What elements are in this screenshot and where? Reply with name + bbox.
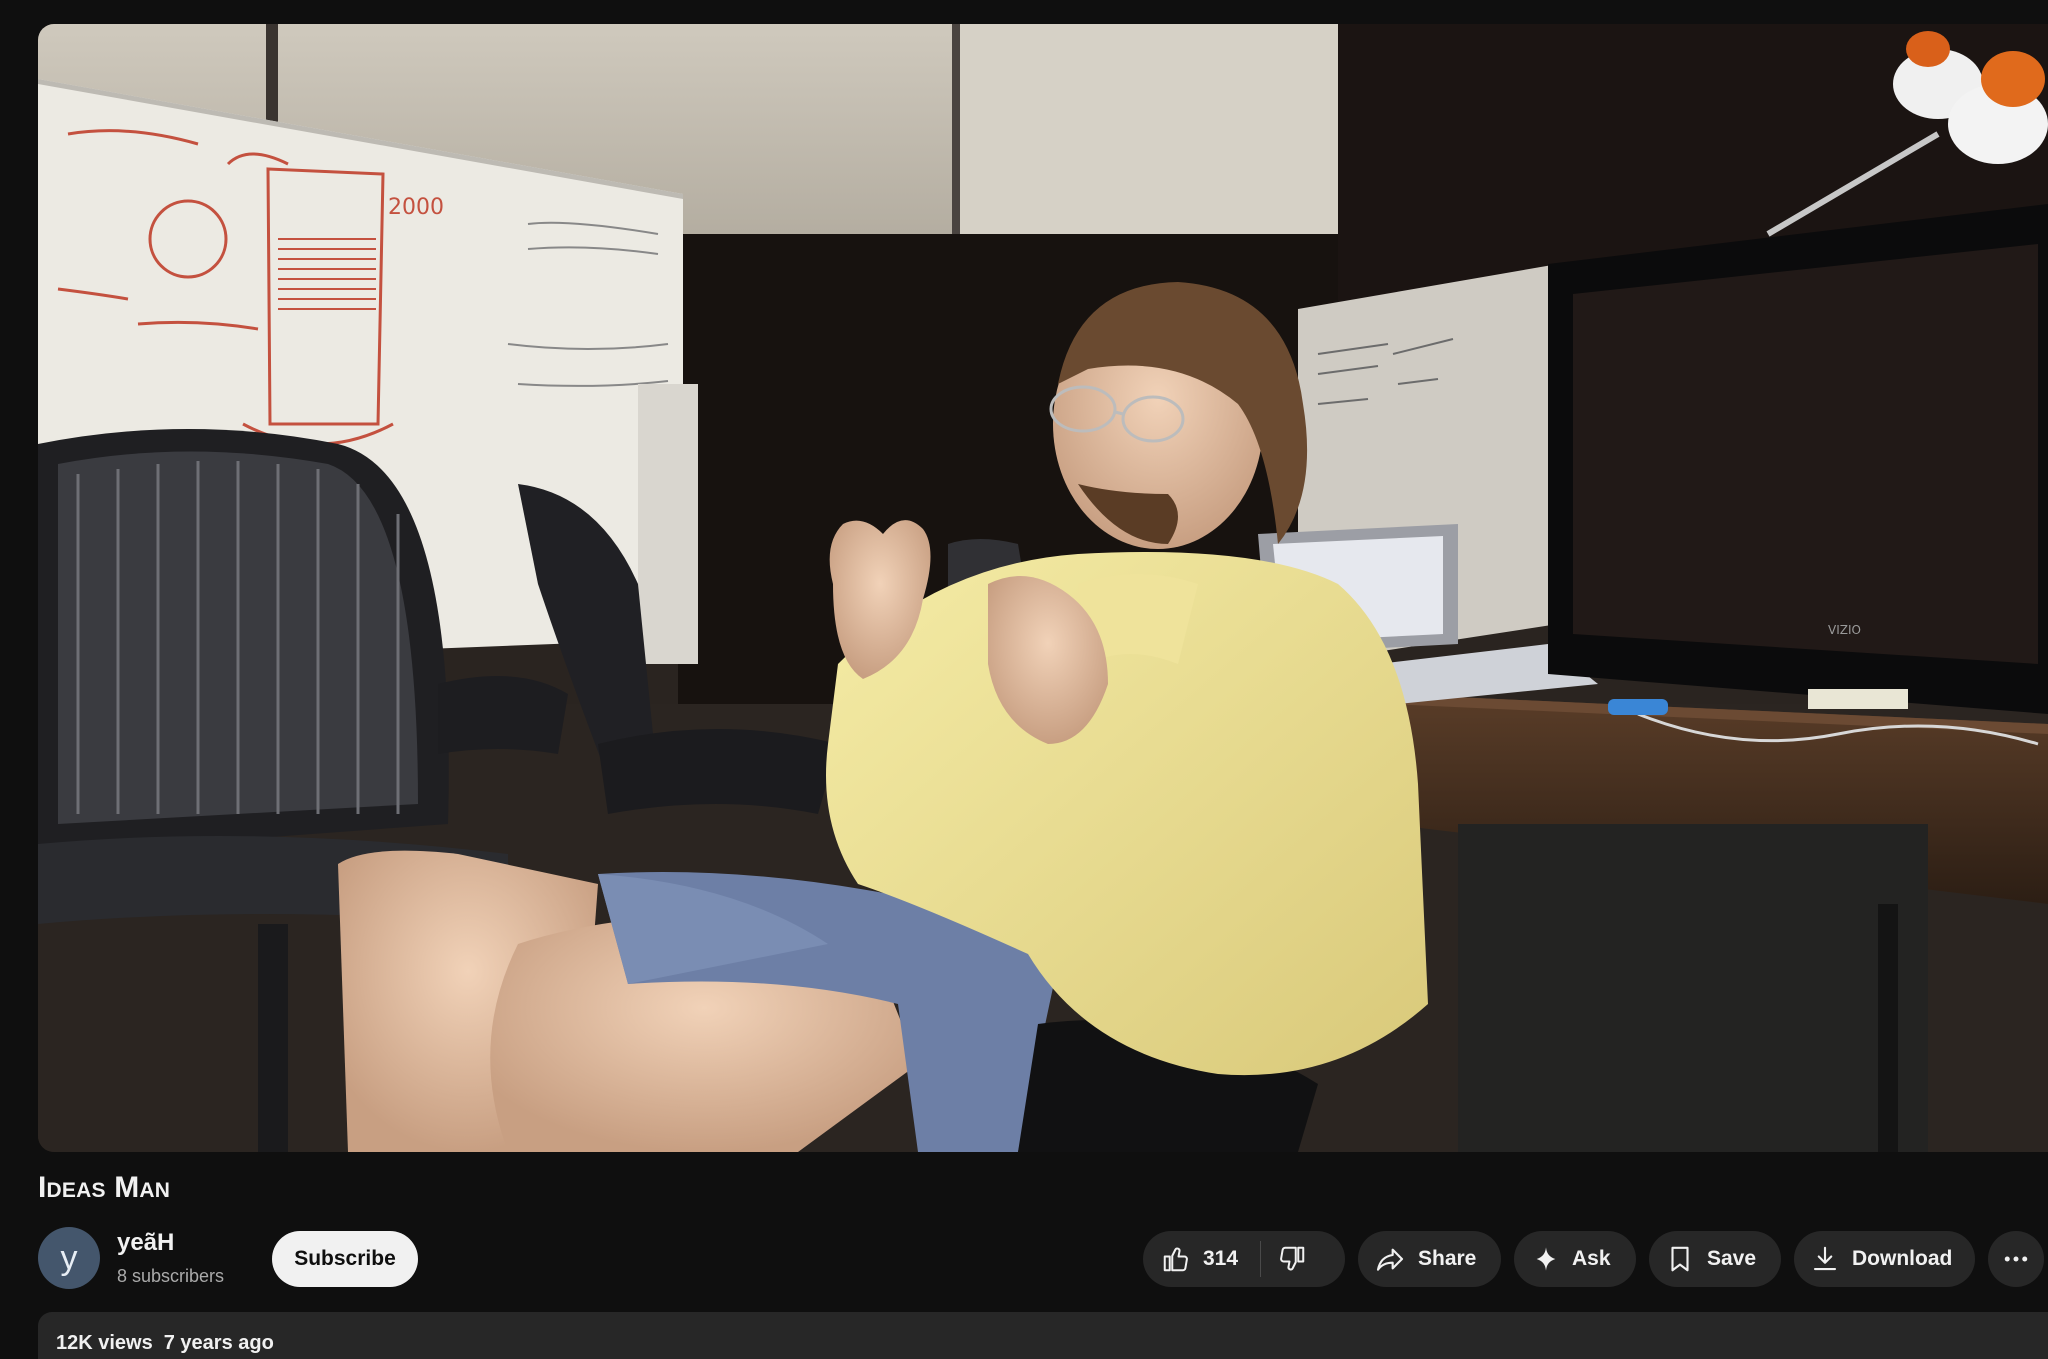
whiteboard-scribble: 2000 — [388, 195, 444, 220]
share-arrow-icon — [1376, 1248, 1404, 1271]
ask-label: Ask — [1572, 1247, 1611, 1270]
upload-age: 7 years ago — [163, 1332, 274, 1354]
channel-avatar[interactable]: y — [38, 1227, 100, 1289]
ask-button[interactable]: Ask — [1514, 1231, 1636, 1287]
download-label: Download — [1852, 1247, 1953, 1270]
save-button[interactable]: Save — [1649, 1231, 1781, 1287]
bookmark-icon — [1671, 1246, 1689, 1272]
thumbs-down-icon — [1280, 1246, 1305, 1271]
tv-monitor: VIZIO — [1548, 204, 2048, 714]
subscriber-count: 8 subscribers — [117, 1266, 225, 1286]
dislike-button[interactable] — [1261, 1231, 1307, 1287]
watch-page: 2000 VIZIO Ideas Man y yeãH 8 subscriber… — [0, 0, 2048, 1359]
sparkle-icon — [1536, 1247, 1556, 1271]
more-horizontal-icon — [2004, 1256, 2028, 1262]
download-button[interactable]: Download — [1794, 1231, 1975, 1287]
share-label: Share — [1418, 1247, 1477, 1270]
description-box[interactable]: 12K views 7 years ago — [38, 1312, 2048, 1359]
like-count: 314 — [1203, 1247, 1239, 1270]
download-icon — [1813, 1246, 1837, 1271]
more-actions-button[interactable] — [1988, 1231, 2044, 1287]
like-dislike-group: 314 — [1143, 1231, 1345, 1287]
tv-brand-label: VIZIO — [1828, 623, 1861, 637]
description-meta: 12K views 7 years ago — [56, 1332, 274, 1355]
video-frame: 2000 VIZIO — [38, 24, 2048, 1152]
video-player[interactable]: 2000 VIZIO — [38, 24, 2048, 1152]
video-title: Ideas Man — [38, 1171, 171, 1204]
like-button[interactable]: 314 — [1161, 1231, 1260, 1287]
share-button[interactable]: Share — [1358, 1231, 1501, 1287]
subscribe-button[interactable]: Subscribe — [272, 1231, 418, 1287]
view-count: 12K views — [56, 1332, 153, 1354]
save-label: Save — [1707, 1247, 1757, 1270]
channel-name[interactable]: yeãH — [117, 1229, 174, 1257]
thumbs-up-icon — [1163, 1247, 1188, 1272]
